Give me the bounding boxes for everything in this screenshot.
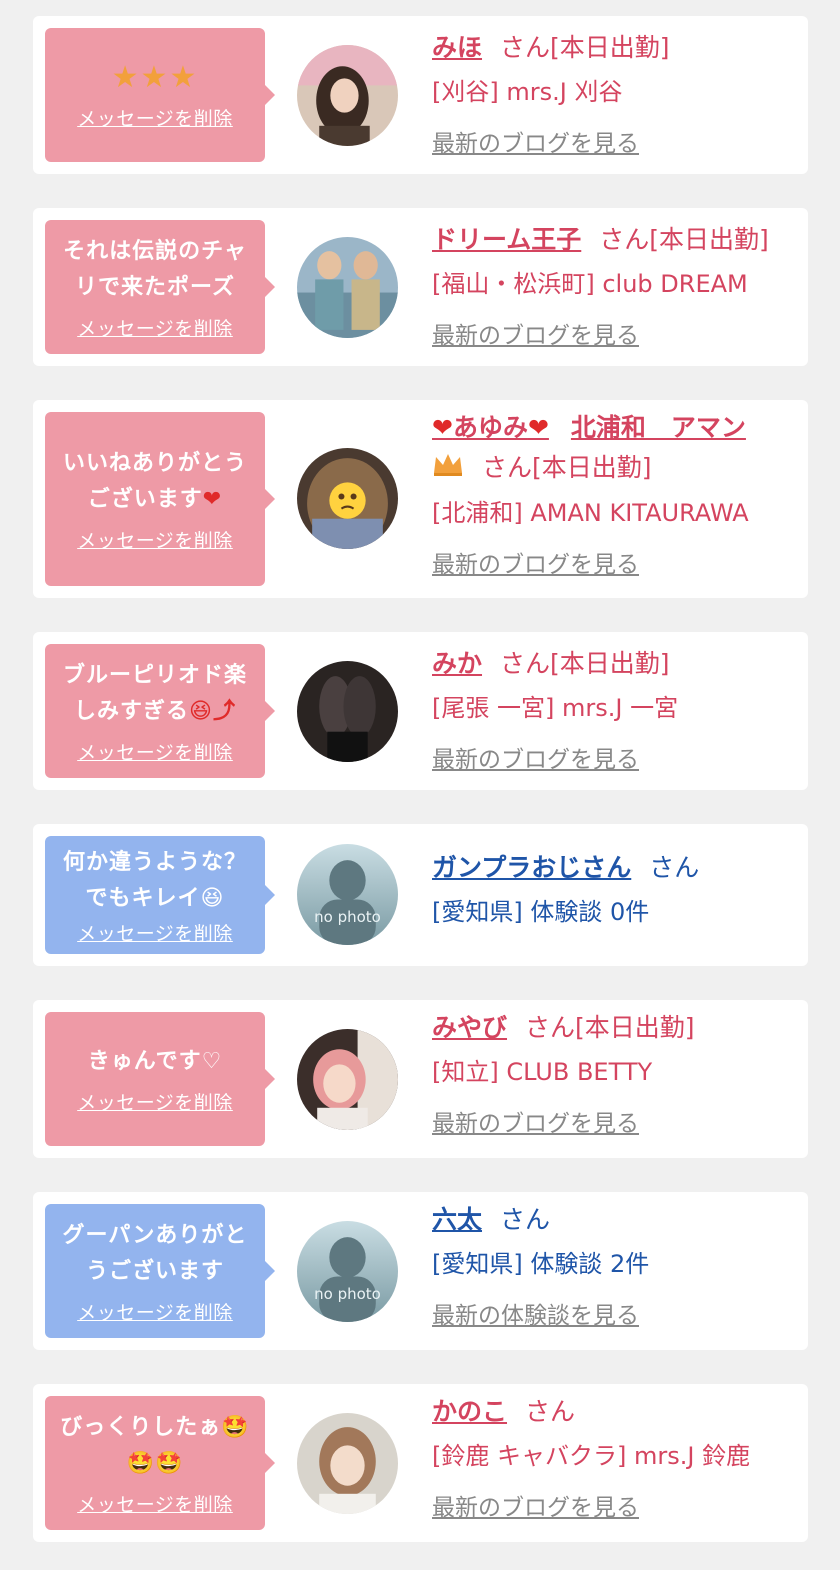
user-info: 六太 さん [愛知県] 体験談 2件 最新の体験談を見る — [432, 1202, 798, 1332]
delete-message-link[interactable]: メッセージを削除 — [77, 1490, 233, 1517]
user-info: ドリーム王子 さん[本日出勤] [福山・松浜町] club DREAM 最新のブロ… — [432, 222, 798, 352]
user-suffix: さん — [500, 1205, 551, 1234]
user-name-link[interactable]: みやび — [432, 1013, 507, 1042]
avatar[interactable] — [297, 1029, 398, 1130]
message-bubble: それは伝説のチャリで来たポーズ メッセージを削除 — [45, 220, 275, 354]
user-suffix: さん[本日出勤] — [482, 453, 652, 482]
shop-name: [知立] CLUB BETTY — [432, 1058, 653, 1086]
message-bubble: ★★★ メッセージを削除 — [45, 28, 275, 162]
latest-blog-link[interactable]: 最新のブログを見る — [432, 1108, 798, 1140]
message-bubble: きゅんです♡ メッセージを削除 — [45, 1012, 275, 1146]
latest-blog-link[interactable]: 最新のブログを見る — [432, 744, 798, 776]
message-text: それは伝説のチャリで来たポーズ — [63, 238, 247, 300]
user-info: みやび さん[本日出勤] [知立] CLUB BETTY 最新のブログを見る — [432, 1010, 798, 1140]
latest-blog-link[interactable]: 最新のブログを見る — [432, 1492, 798, 1524]
user-info: かのこ さん [鈴鹿 キャバクラ] mrs.J 鈴鹿 最新のブログを見る — [432, 1394, 798, 1524]
shop-name: [刈谷] mrs.J 刈谷 — [432, 78, 623, 106]
delete-message-link[interactable]: メッセージを削除 — [77, 526, 233, 553]
user-suffix: さん[本日出勤] — [500, 33, 670, 62]
avatar[interactable] — [297, 661, 398, 762]
user-suffix: さん — [525, 1397, 576, 1426]
user-info: みか さん[本日出勤] [尾張 一宮] mrs.J 一宮 最新のブログを見る — [432, 646, 798, 776]
message-bubble: グーパンありがとうございます メッセージを削除 — [45, 1204, 275, 1338]
latest-blog-link[interactable]: 最新のブログを見る — [432, 128, 798, 160]
no-photo-avatar[interactable]: no photo — [297, 1221, 398, 1322]
message-card: いいねありがとうございます❤ メッセージを削除 ❤あゆみ❤ 北浦和 アマン さん[… — [33, 400, 808, 598]
heart-icon: ❤ — [527, 413, 549, 442]
shop-name: [尾張 一宮] mrs.J 一宮 — [432, 694, 679, 722]
user-name-link[interactable]: みか — [432, 649, 482, 678]
user-info: ガンプラおじさん さん [愛知県] 体験談 0件 — [432, 850, 798, 930]
message-text: グーパンありがとうございます — [62, 1222, 248, 1284]
user-suffix: さん[本日出勤] — [525, 1013, 695, 1042]
user-name-link[interactable]: みほ — [432, 33, 482, 62]
shop-name: [愛知県] 体験談 2件 — [432, 1250, 650, 1278]
no-photo-label: no photo — [314, 1285, 381, 1303]
message-card: 何か違うような？でもキレイ😆 メッセージを削除 no photo ガンプラおじさ… — [33, 824, 808, 966]
message-card: グーパンありがとうございます メッセージを削除 no photo 六太 さん [愛… — [33, 1192, 808, 1350]
delete-message-link[interactable]: メッセージを削除 — [77, 314, 233, 341]
message-text: きゅんです♡ — [87, 1048, 223, 1074]
delete-message-link[interactable]: メッセージを削除 — [77, 738, 233, 765]
message-card: ブルーピリオド楽しみすぎる😆⤴ メッセージを削除 みか さん[本日出勤] [尾張 … — [33, 632, 808, 790]
user-name-link[interactable]: 六太 — [432, 1205, 482, 1234]
message-card: びっくりしたぁ🤩🤩🤩 メッセージを削除 かのこ さん [鈴鹿 キャバクラ] mrs… — [33, 1384, 808, 1542]
shop-name: [福山・松浜町] club DREAM — [432, 270, 748, 298]
delete-message-link[interactable]: メッセージを削除 — [77, 104, 233, 131]
user-suffix: さん[本日出勤] — [599, 225, 769, 254]
message-bubble: びっくりしたぁ🤩🤩🤩 メッセージを削除 — [45, 1396, 275, 1530]
message-bubble: いいねありがとうございます❤ メッセージを削除 — [45, 412, 275, 586]
message-bubble: 何か違うような？でもキレイ😆 メッセージを削除 — [45, 836, 275, 954]
delete-message-link[interactable]: メッセージを削除 — [77, 919, 233, 946]
user-name-link[interactable]: ドリーム王子 — [432, 225, 581, 254]
crown-icon — [432, 451, 464, 487]
excited-emoji-icon: 😆⤴ — [189, 698, 236, 724]
message-text: ブルーピリオド楽しみすぎる😆⤴ — [62, 662, 247, 724]
avatar[interactable] — [297, 237, 398, 338]
user-name-link[interactable]: ❤あゆみ❤ 北浦和 アマン — [432, 413, 746, 442]
message-text: いいねありがとうございます❤ — [62, 450, 247, 512]
message-card: ★★★ メッセージを削除 みほ さん[本日出勤] [刈谷] mrs.J 刈谷 最新… — [33, 16, 808, 174]
shop-name: [北浦和] AMAN KITAURAWA — [432, 499, 749, 527]
avatar[interactable] — [297, 448, 398, 549]
avatar[interactable] — [297, 1413, 398, 1514]
user-suffix: さん[本日出勤] — [500, 649, 670, 678]
message-card: それは伝説のチャリで来たポーズ メッセージを削除 ドリーム王子 さん[本日出勤] … — [33, 208, 808, 366]
shop-name: [鈴鹿 キャバクラ] mrs.J 鈴鹿 — [432, 1442, 751, 1470]
user-name-link[interactable]: ガンプラおじさん — [432, 853, 631, 882]
smile-emoji-icon: 😆 — [200, 885, 225, 911]
latest-blog-link[interactable]: 最新のブログを見る — [432, 320, 798, 352]
avatar[interactable] — [297, 45, 398, 146]
heart-icon: ❤ — [202, 486, 223, 512]
message-text: ★★★ — [111, 59, 199, 95]
message-text: 何か違うような？でもキレイ😆 — [62, 849, 247, 911]
user-suffix: さん — [649, 853, 700, 882]
no-photo-avatar[interactable]: no photo — [297, 844, 398, 945]
delete-message-link[interactable]: メッセージを削除 — [77, 1088, 233, 1115]
latest-review-link[interactable]: 最新の体験談を見る — [432, 1300, 798, 1332]
shop-name: [愛知県] 体験談 0件 — [432, 898, 650, 926]
heart-icon: ❤ — [432, 413, 453, 442]
user-name-link[interactable]: かのこ — [432, 1397, 507, 1426]
user-info: ❤あゆみ❤ 北浦和 アマン さん[本日出勤] [北浦和] AMAN KITAURA… — [432, 410, 798, 581]
delete-message-link[interactable]: メッセージを削除 — [77, 1298, 233, 1325]
user-info: みほ さん[本日出勤] [刈谷] mrs.J 刈谷 最新のブログを見る — [432, 30, 798, 160]
message-text: びっくりしたぁ🤩🤩🤩 — [60, 1414, 250, 1476]
message-card: きゅんです♡ メッセージを削除 みやび さん[本日出勤] [知立] CLUB BE… — [33, 1000, 808, 1158]
no-photo-label: no photo — [314, 908, 381, 926]
message-bubble: ブルーピリオド楽しみすぎる😆⤴ メッセージを削除 — [45, 644, 275, 778]
latest-blog-link[interactable]: 最新のブログを見る — [432, 549, 798, 581]
